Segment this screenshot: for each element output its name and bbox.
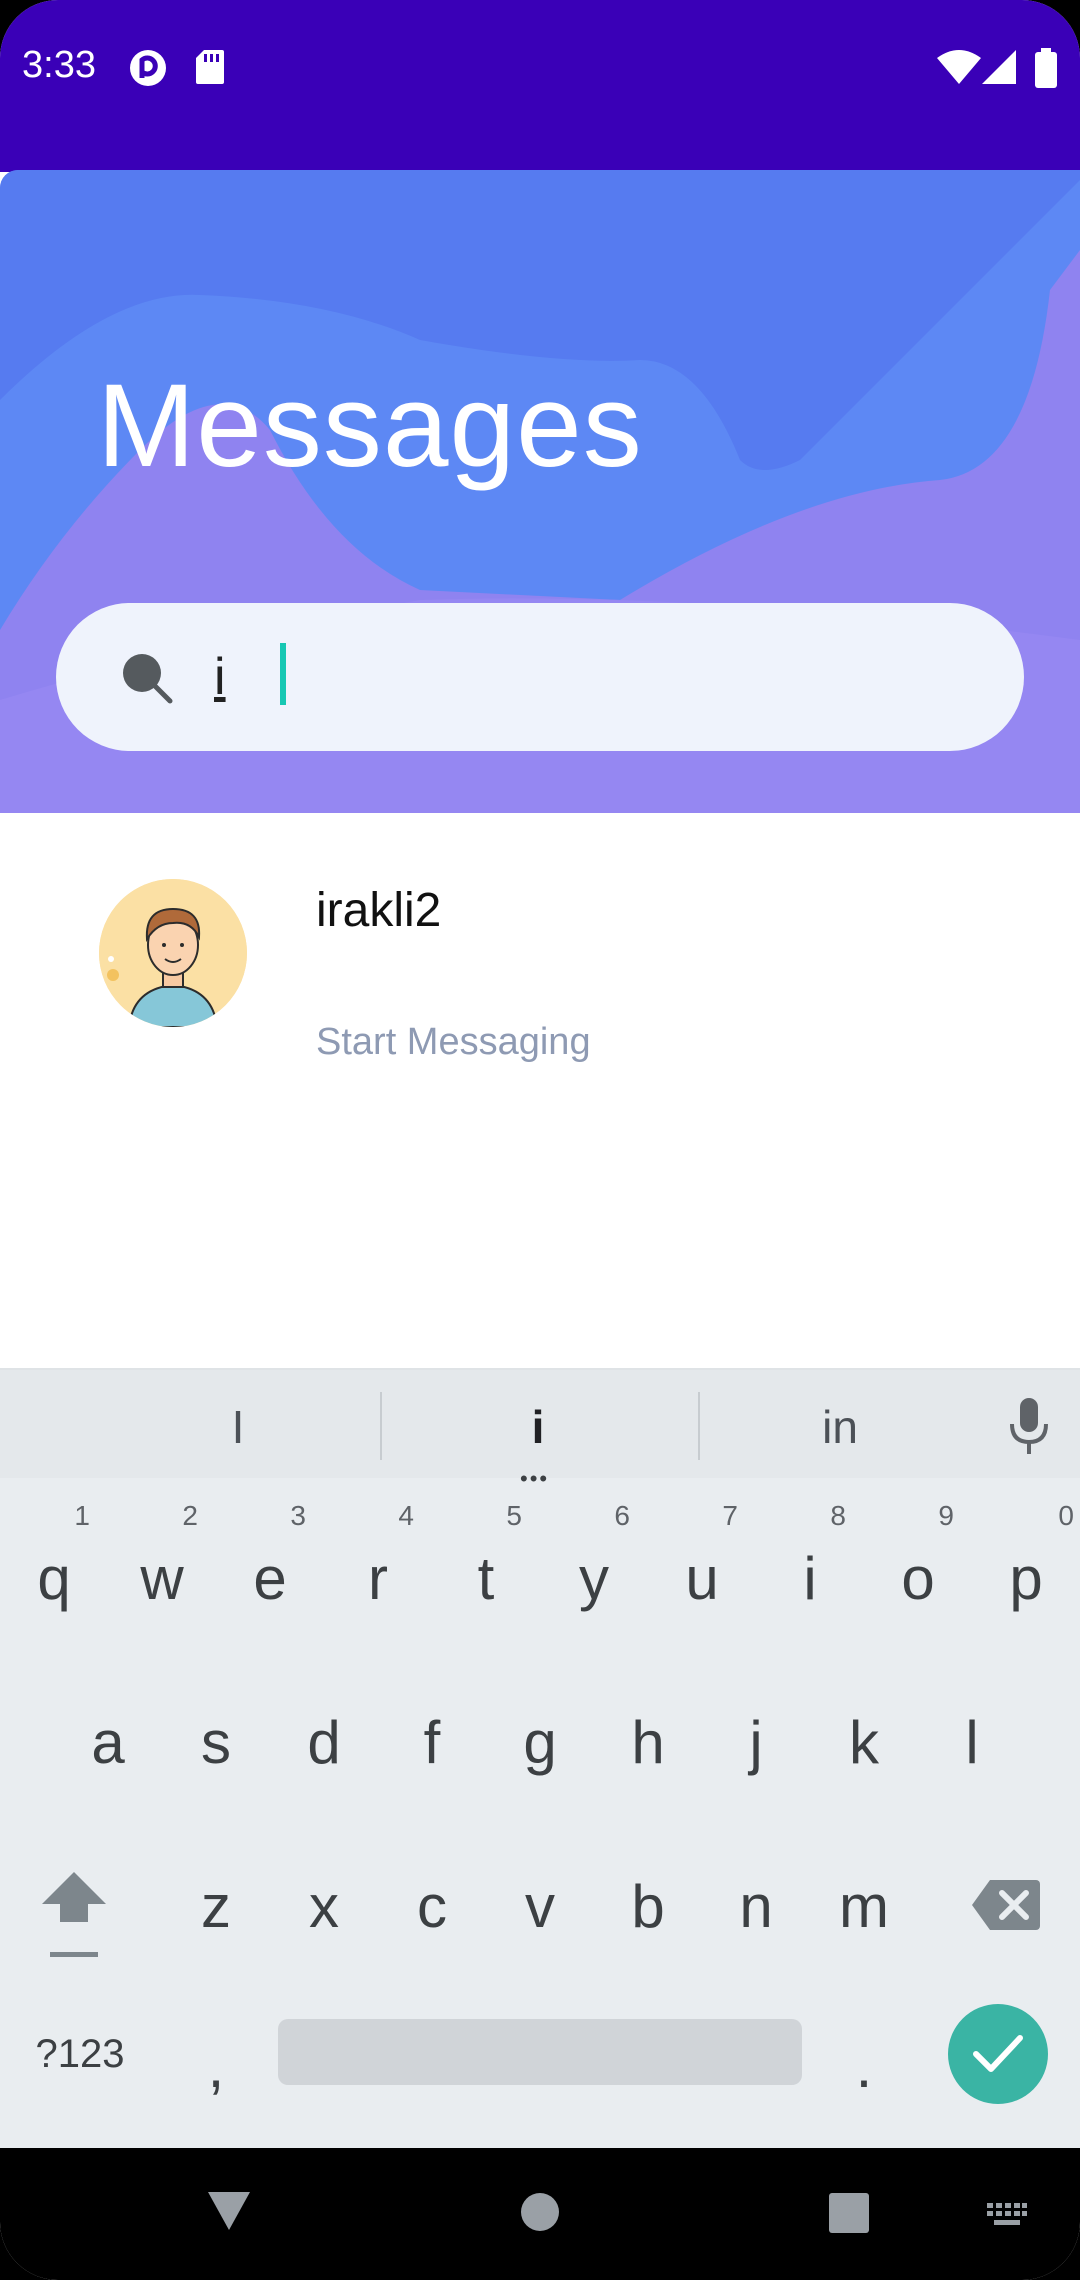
battery-icon [1035, 48, 1057, 88]
avatar [99, 879, 247, 1027]
key-b[interactable]: b [598, 1828, 698, 1978]
key-e[interactable]: 3e [220, 1500, 320, 1650]
header: Messages i [0, 170, 1080, 813]
key-x[interactable]: x [274, 1828, 374, 1978]
recents-icon[interactable] [828, 2192, 870, 2234]
key-d[interactable]: d [274, 1664, 374, 1814]
key-v[interactable]: v [490, 1828, 590, 1978]
key-q[interactable]: 1q [4, 1500, 104, 1650]
key-c[interactable]: c [382, 1828, 482, 1978]
key-g[interactable]: g [490, 1664, 590, 1814]
wifi-icon [937, 50, 981, 84]
microphone-icon[interactable] [1006, 1396, 1052, 1456]
keyboard: I i ••• in 1q 2w 3e 4r 5t 6y 7u 8i 9o 0p… [0, 1368, 1080, 2148]
space-key[interactable] [278, 2019, 802, 2085]
suggestion-left[interactable]: I [138, 1400, 338, 1454]
list-item[interactable]: irakli2 Start Messaging [0, 843, 1080, 1083]
backspace-key[interactable] [958, 1828, 1058, 1978]
key-r[interactable]: 4r [328, 1500, 428, 1650]
keyboard-switch-icon[interactable] [986, 2202, 1028, 2230]
key-a[interactable]: a [58, 1664, 158, 1814]
key-f[interactable]: f [382, 1664, 482, 1814]
key-z[interactable]: z [166, 1828, 266, 1978]
key-s[interactable]: s [166, 1664, 266, 1814]
chat-last-message: Start Messaging [316, 1021, 591, 1063]
suggestion-center[interactable]: i [438, 1400, 638, 1454]
status-bar: 3:33 [0, 0, 1080, 172]
key-t[interactable]: 5t [436, 1500, 536, 1650]
search-input-value: i [214, 648, 226, 706]
page-title: Messages [97, 360, 643, 492]
key-h[interactable]: h [598, 1664, 698, 1814]
back-icon[interactable] [206, 2190, 252, 2232]
key-y[interactable]: 6y [544, 1500, 644, 1650]
text-cursor [280, 643, 286, 705]
avatar-illustration [99, 879, 247, 1027]
key-w[interactable]: 2w [112, 1500, 212, 1650]
status-time: 3:33 [22, 44, 96, 86]
key-l[interactable]: l [922, 1664, 1022, 1814]
key-i[interactable]: 8i [760, 1500, 860, 1650]
search-input[interactable]: i [56, 603, 1024, 751]
comma-key[interactable]: , [166, 1988, 266, 2138]
suggestion-divider [698, 1392, 700, 1460]
key-m[interactable]: m [814, 1828, 914, 1978]
key-k[interactable]: k [814, 1664, 914, 1814]
enter-check-icon [973, 2035, 1023, 2072]
shift-icon [42, 1872, 106, 1957]
key-u[interactable]: 7u [652, 1500, 752, 1650]
backspace-icon [972, 1880, 1040, 1930]
signal-icon [982, 50, 1016, 84]
key-o[interactable]: 9o [868, 1500, 968, 1650]
sd-card-icon [196, 50, 224, 84]
key-n[interactable]: n [706, 1828, 806, 1978]
key-j[interactable]: j [706, 1664, 806, 1814]
screen: 3:33 Messages i irakli2 Start Messaging … [0, 0, 1080, 2280]
shift-key[interactable] [24, 1828, 124, 1978]
chat-name: irakli2 [316, 884, 442, 937]
suggestion-divider [380, 1392, 382, 1460]
pocket-casts-icon [130, 50, 166, 86]
suggestion-bar: I i ••• in [0, 1368, 1080, 1491]
period-key[interactable]: . [814, 1988, 914, 2138]
search-icon [123, 654, 173, 704]
suggestion-right[interactable]: in [740, 1400, 940, 1454]
navigation-bar [0, 2148, 1080, 2280]
key-p[interactable]: 0p [976, 1500, 1076, 1650]
more-suggestions-indicator: ••• [520, 1466, 550, 1491]
enter-key[interactable] [948, 2004, 1048, 2104]
symbols-key[interactable]: ?123 [20, 1996, 140, 2146]
home-icon[interactable] [520, 2192, 560, 2232]
